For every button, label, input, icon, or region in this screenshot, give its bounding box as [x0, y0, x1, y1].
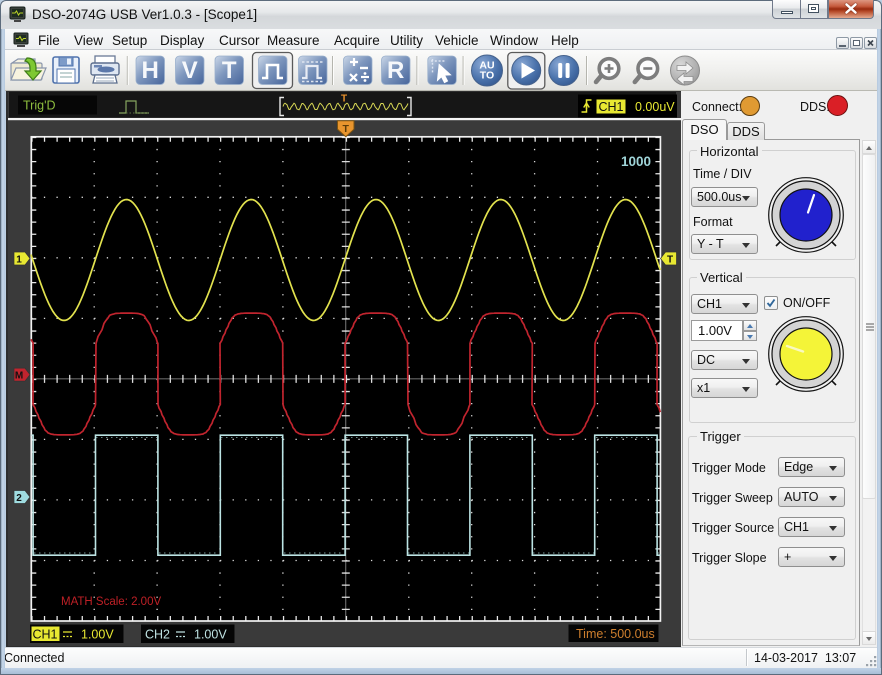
svg-text:0.00uV: 0.00uV [635, 100, 675, 114]
svg-text:T: T [222, 57, 237, 84]
svg-text:R: R [387, 57, 404, 84]
svg-text:TO: TO [480, 70, 494, 82]
svg-text:V: V [182, 57, 198, 84]
svg-text:CH1: CH1 [599, 100, 624, 114]
svg-text:CH2: CH2 [145, 628, 170, 642]
svg-text:Time: 500.0us: Time: 500.0us [576, 627, 655, 641]
svg-text:2: 2 [16, 493, 22, 504]
svg-text:MATH Scale: 2.00V: MATH Scale: 2.00V [61, 596, 161, 608]
svg-text:T: T [342, 123, 349, 135]
svg-text:M: M [15, 371, 23, 382]
svg-text:Trig'D: Trig'D [23, 99, 55, 113]
svg-text:1.00V: 1.00V [194, 628, 227, 642]
svg-text:1.00V: 1.00V [81, 628, 114, 642]
svg-text:1: 1 [16, 255, 22, 266]
svg-text:T: T [341, 94, 347, 105]
svg-text:H: H [142, 57, 159, 84]
svg-text:1000: 1000 [621, 154, 651, 169]
svg-text:CH1: CH1 [33, 628, 58, 642]
svg-text:T: T [667, 255, 673, 266]
